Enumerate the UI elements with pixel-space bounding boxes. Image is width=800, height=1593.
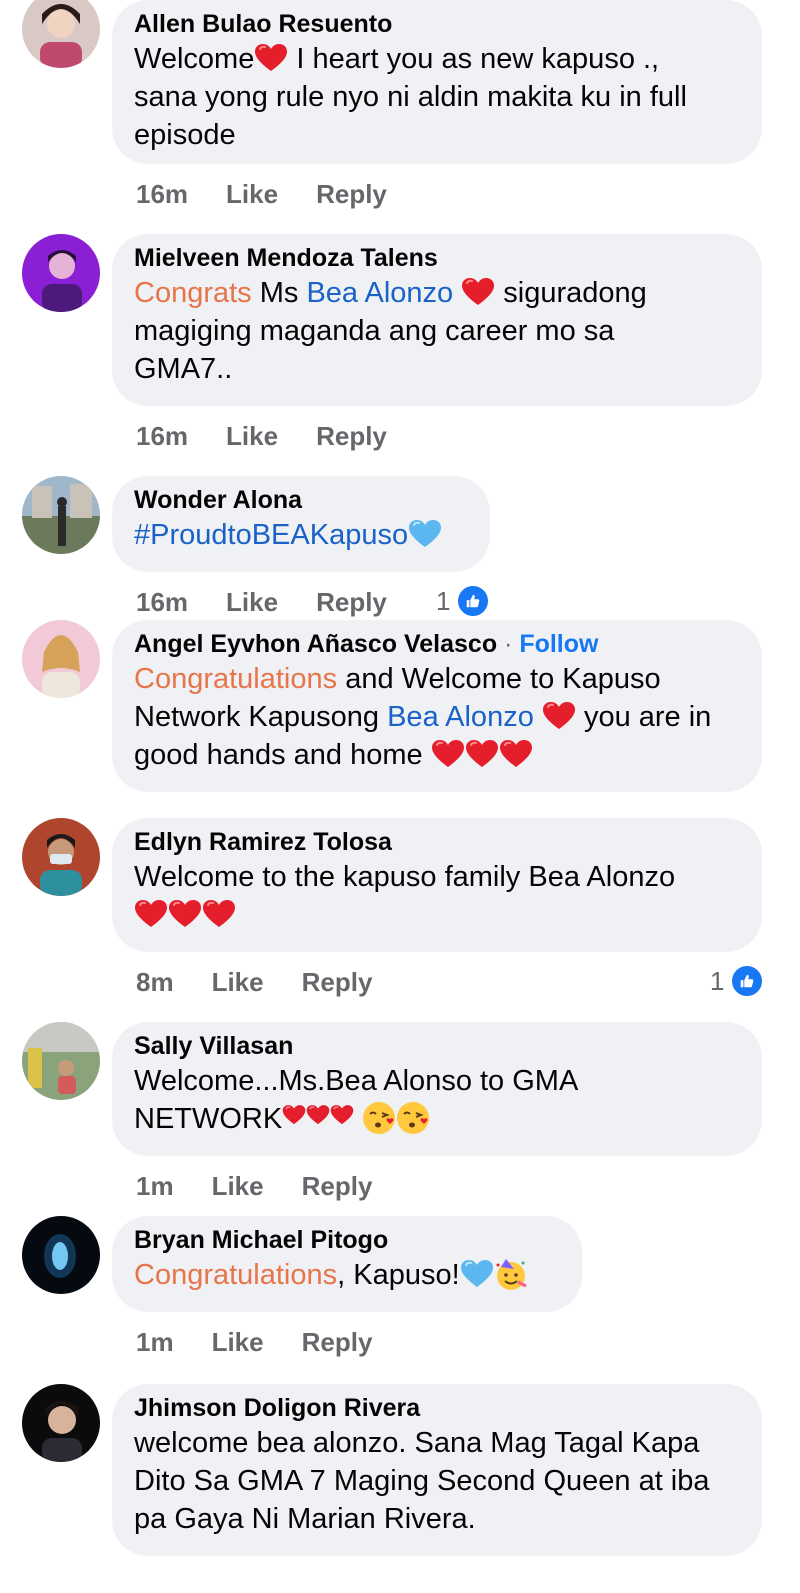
sparkling-heart-icon — [306, 1104, 330, 1126]
follow-button[interactable]: Follow — [519, 630, 598, 658]
comment-bubble: Angel Eyvhon Añasco Velasco · Follow Con… — [112, 620, 762, 792]
avatar[interactable] — [22, 476, 100, 554]
congrats-highlight: Congratulations — [134, 663, 338, 695]
comment-text: Welcome...Ms.Bea Alonso to GMA NETWORK — [134, 1065, 579, 1135]
red-heart-icon — [134, 899, 168, 929]
comment-actions: 16m Like Reply — [136, 174, 387, 214]
red-heart-icon — [499, 739, 533, 769]
comment-text: welcome bea alonzo. Sana Mag Tagal Kapa … — [134, 1427, 710, 1535]
red-heart-icon — [465, 739, 499, 769]
congrats-highlight: Congrats — [134, 277, 252, 309]
reply-button[interactable]: Reply — [316, 179, 387, 210]
red-heart-icon — [431, 739, 465, 769]
like-button[interactable]: Like — [212, 967, 264, 998]
avatar[interactable] — [22, 0, 100, 68]
comment-actions: 1m Like Reply — [136, 1322, 372, 1362]
comment-author[interactable]: Bryan Michael Pitogo — [134, 1224, 560, 1256]
reply-button[interactable]: Reply — [316, 587, 387, 618]
comment-time[interactable]: 1m — [136, 1327, 174, 1358]
avatar[interactable] — [22, 1022, 100, 1100]
comment-text: Welcome I heart you as new kapuso ., san… — [134, 43, 687, 151]
hashtag-link[interactable]: #ProudtoBEAKapuso — [134, 519, 408, 551]
reaction-count[interactable]: 1 — [436, 584, 491, 618]
comment-bubble: Allen Bulao Resuento Welcome I heart you… — [112, 0, 762, 164]
mention-link[interactable]: Bea Alonzo — [306, 277, 453, 309]
kissing-face-icon — [362, 1101, 396, 1135]
reaction-count[interactable]: 1 — [710, 964, 765, 998]
like-button[interactable]: Like — [212, 1327, 264, 1358]
red-heart-icon — [202, 899, 236, 929]
comment-bubble: Edlyn Ramirez Tolosa Welcome to the kapu… — [112, 818, 762, 952]
comment-time[interactable]: 16m — [136, 421, 188, 452]
red-heart-icon — [168, 899, 202, 929]
comment-bubble: Bryan Michael Pitogo Congratulations, Ka… — [112, 1216, 582, 1312]
comment-author: Angel Eyvhon Añasco Velasco · Follow — [134, 630, 599, 658]
comment-author[interactable]: Jhimson Doligon Rivera — [134, 1392, 740, 1424]
congrats-highlight: Congratulations — [134, 1259, 338, 1291]
comment-author[interactable]: Sally Villasan — [134, 1030, 740, 1062]
avatar[interactable] — [22, 234, 100, 312]
comment-actions: 8m Like Reply — [136, 962, 372, 1002]
sparkling-heart-icon — [282, 1104, 306, 1126]
red-heart-icon — [461, 277, 495, 307]
comment-bubble: Mielveen Mendoza Talens Congrats Ms Bea … — [112, 234, 762, 406]
comment-text: Congratulations and Welcome to Kapuso Ne… — [134, 663, 712, 771]
comment-time[interactable]: 1m — [136, 1171, 174, 1202]
avatar[interactable] — [22, 620, 100, 698]
comment-time[interactable]: 16m — [136, 179, 188, 210]
thumbs-up-icon — [730, 964, 765, 998]
reply-button[interactable]: Reply — [302, 1327, 373, 1358]
avatar[interactable] — [22, 1384, 100, 1462]
party-face-icon — [494, 1257, 528, 1291]
comment-text: Congratulations, Kapuso! — [134, 1256, 560, 1294]
red-heart-icon — [542, 701, 576, 731]
reply-button[interactable]: Reply — [302, 967, 373, 998]
comment-bubble: Sally Villasan Welcome...Ms.Bea Alonso t… — [112, 1022, 762, 1156]
blue-heart-icon — [460, 1259, 494, 1289]
reply-button[interactable]: Reply — [316, 421, 387, 452]
comment-bubble: Wonder Alona #ProudtoBEAKapuso — [112, 476, 490, 572]
comment-text: Welcome to the kapuso family Bea Alonzo — [134, 858, 740, 934]
comment-author[interactable]: Wonder Alona — [134, 484, 468, 516]
avatar[interactable] — [22, 818, 100, 896]
comment-author-name[interactable]: Angel Eyvhon Añasco Velasco — [134, 630, 497, 658]
comment-actions: 16m Like Reply — [136, 416, 387, 456]
mention-link[interactable]: Bea Alonzo — [387, 701, 534, 733]
red-heart-icon — [254, 43, 288, 73]
comment-actions: 1m Like Reply — [136, 1166, 372, 1206]
comment-text: #ProudtoBEAKapuso — [134, 516, 468, 554]
like-button[interactable]: Like — [226, 587, 278, 618]
sparkling-heart-icon — [330, 1104, 354, 1126]
reply-button[interactable]: Reply — [302, 1171, 373, 1202]
comment-author[interactable]: Mielveen Mendoza Talens — [134, 242, 740, 274]
comment-author[interactable]: Edlyn Ramirez Tolosa — [134, 826, 740, 858]
thumbs-up-icon — [456, 584, 491, 618]
comment-time[interactable]: 8m — [136, 967, 174, 998]
comment-author[interactable]: Allen Bulao Resuento — [134, 8, 740, 40]
kissing-face-icon — [396, 1101, 430, 1135]
comment-time[interactable]: 16m — [136, 587, 188, 618]
comment-text: Congrats Ms Bea Alonzo siguradong magigi… — [134, 277, 647, 385]
like-button[interactable]: Like — [212, 1171, 264, 1202]
like-button[interactable]: Like — [226, 179, 278, 210]
comment-bubble: Jhimson Doligon Rivera welcome bea alonz… — [112, 1384, 762, 1556]
like-button[interactable]: Like — [226, 421, 278, 452]
comment-actions: 16m Like Reply — [136, 582, 387, 622]
blue-heart-icon — [408, 519, 442, 549]
avatar[interactable] — [22, 1216, 100, 1294]
